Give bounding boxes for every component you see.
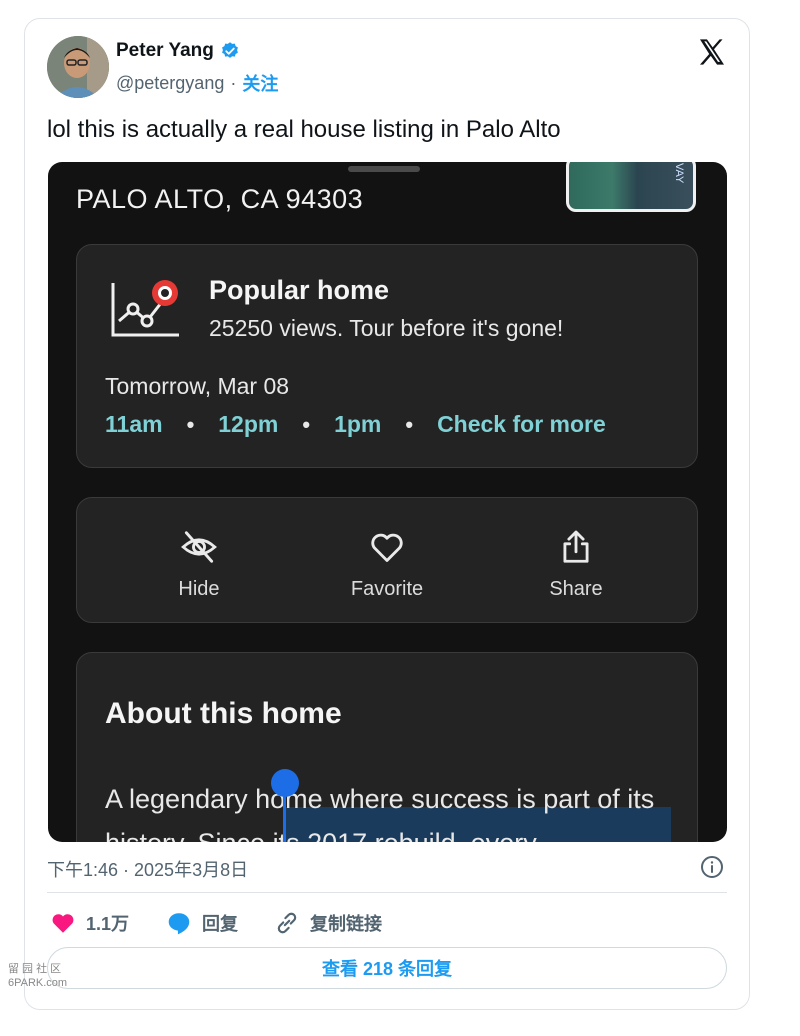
verified-badge-icon [221, 42, 238, 58]
link-icon [277, 912, 297, 934]
view-replies-button[interactable]: 查看 218 条回复 [47, 947, 727, 989]
hide-button[interactable]: Hide [139, 528, 259, 601]
view-replies-label: 查看 218 条回复 [321, 959, 453, 979]
watermark: 留 园 社 区 6PARK.com [8, 962, 67, 990]
bullet: • [405, 411, 414, 437]
x-logo-icon[interactable] [696, 36, 728, 68]
author-avatar[interactable] [47, 36, 109, 98]
time-slot[interactable]: 1pm [334, 411, 381, 438]
share-upload-icon [563, 530, 589, 563]
map-thumbnail[interactable]: VAY [566, 162, 696, 212]
trend-chart-icon [111, 280, 179, 337]
bullet: • [302, 411, 311, 437]
tweet-timestamp[interactable]: 下午1:46 · 2025年3月8日 [47, 856, 248, 882]
about-title: About this home [105, 697, 342, 730]
copy-link-button[interactable]: 复制链接 [274, 910, 382, 936]
eye-off-icon [181, 531, 217, 563]
share-button[interactable]: Share [516, 528, 636, 601]
author-name-row[interactable]: Peter Yang [116, 40, 240, 62]
separator: · [230, 72, 237, 93]
reply-label: 回复 [202, 914, 238, 934]
reply-button[interactable]: 回复 [166, 910, 238, 936]
favorite-button[interactable]: Favorite [327, 528, 447, 601]
author-name[interactable]: Peter Yang [116, 40, 214, 62]
check-more-link[interactable]: Check for more [437, 411, 606, 438]
tour-date: Tomorrow, Mar 08 [105, 373, 290, 399]
tour-times: 11am • 12pm • 1pm • Check for more [105, 411, 606, 438]
reply-bubble-icon [168, 913, 190, 935]
heart-filled-icon [52, 914, 74, 933]
info-icon[interactable] [700, 855, 724, 879]
listing-screenshot: PALO ALTO, CA 94303 VAY Popular home 252… [48, 162, 727, 842]
favorite-label: Favorite [350, 578, 424, 600]
map-label: VAY [673, 163, 685, 184]
follow-button[interactable]: 关注 [242, 70, 278, 96]
about-text[interactable]: A legendary home where success is part o… [105, 777, 685, 842]
divider [47, 892, 727, 893]
time-slot[interactable]: 12pm [218, 411, 278, 438]
copy-link-label: 复制链接 [310, 914, 382, 934]
hide-label: Hide [178, 578, 220, 600]
tweet-text: lol this is actually a real house listin… [47, 116, 561, 143]
popular-home-panel: Popular home 25250 views. Tour before it… [76, 244, 698, 468]
listing-location: PALO ALTO, CA 94303 [76, 184, 364, 214]
like-count: 1.1万 [86, 914, 130, 934]
author-handle-row: @petergyang · 关注 [116, 70, 278, 96]
author-handle[interactable]: @petergyang [116, 73, 224, 94]
selection-handle[interactable] [271, 769, 299, 797]
popular-subtitle: 25250 views. Tour before it's gone! [209, 315, 564, 341]
actions-panel: Hide Favorite Share [76, 497, 698, 623]
watermark-line2: 6PARK.com [8, 977, 68, 989]
share-label: Share [549, 578, 603, 600]
like-button[interactable]: 1.1万 [50, 910, 129, 936]
about-panel: About this home A legendary home where s… [76, 652, 698, 842]
popular-title: Popular home [209, 275, 390, 305]
sheet-grabber[interactable] [348, 166, 420, 172]
watermark-line1: 留 园 社 区 [8, 963, 62, 975]
heart-outline-icon [371, 533, 403, 562]
time-slot[interactable]: 11am [105, 411, 163, 438]
bullet: • [186, 411, 195, 437]
